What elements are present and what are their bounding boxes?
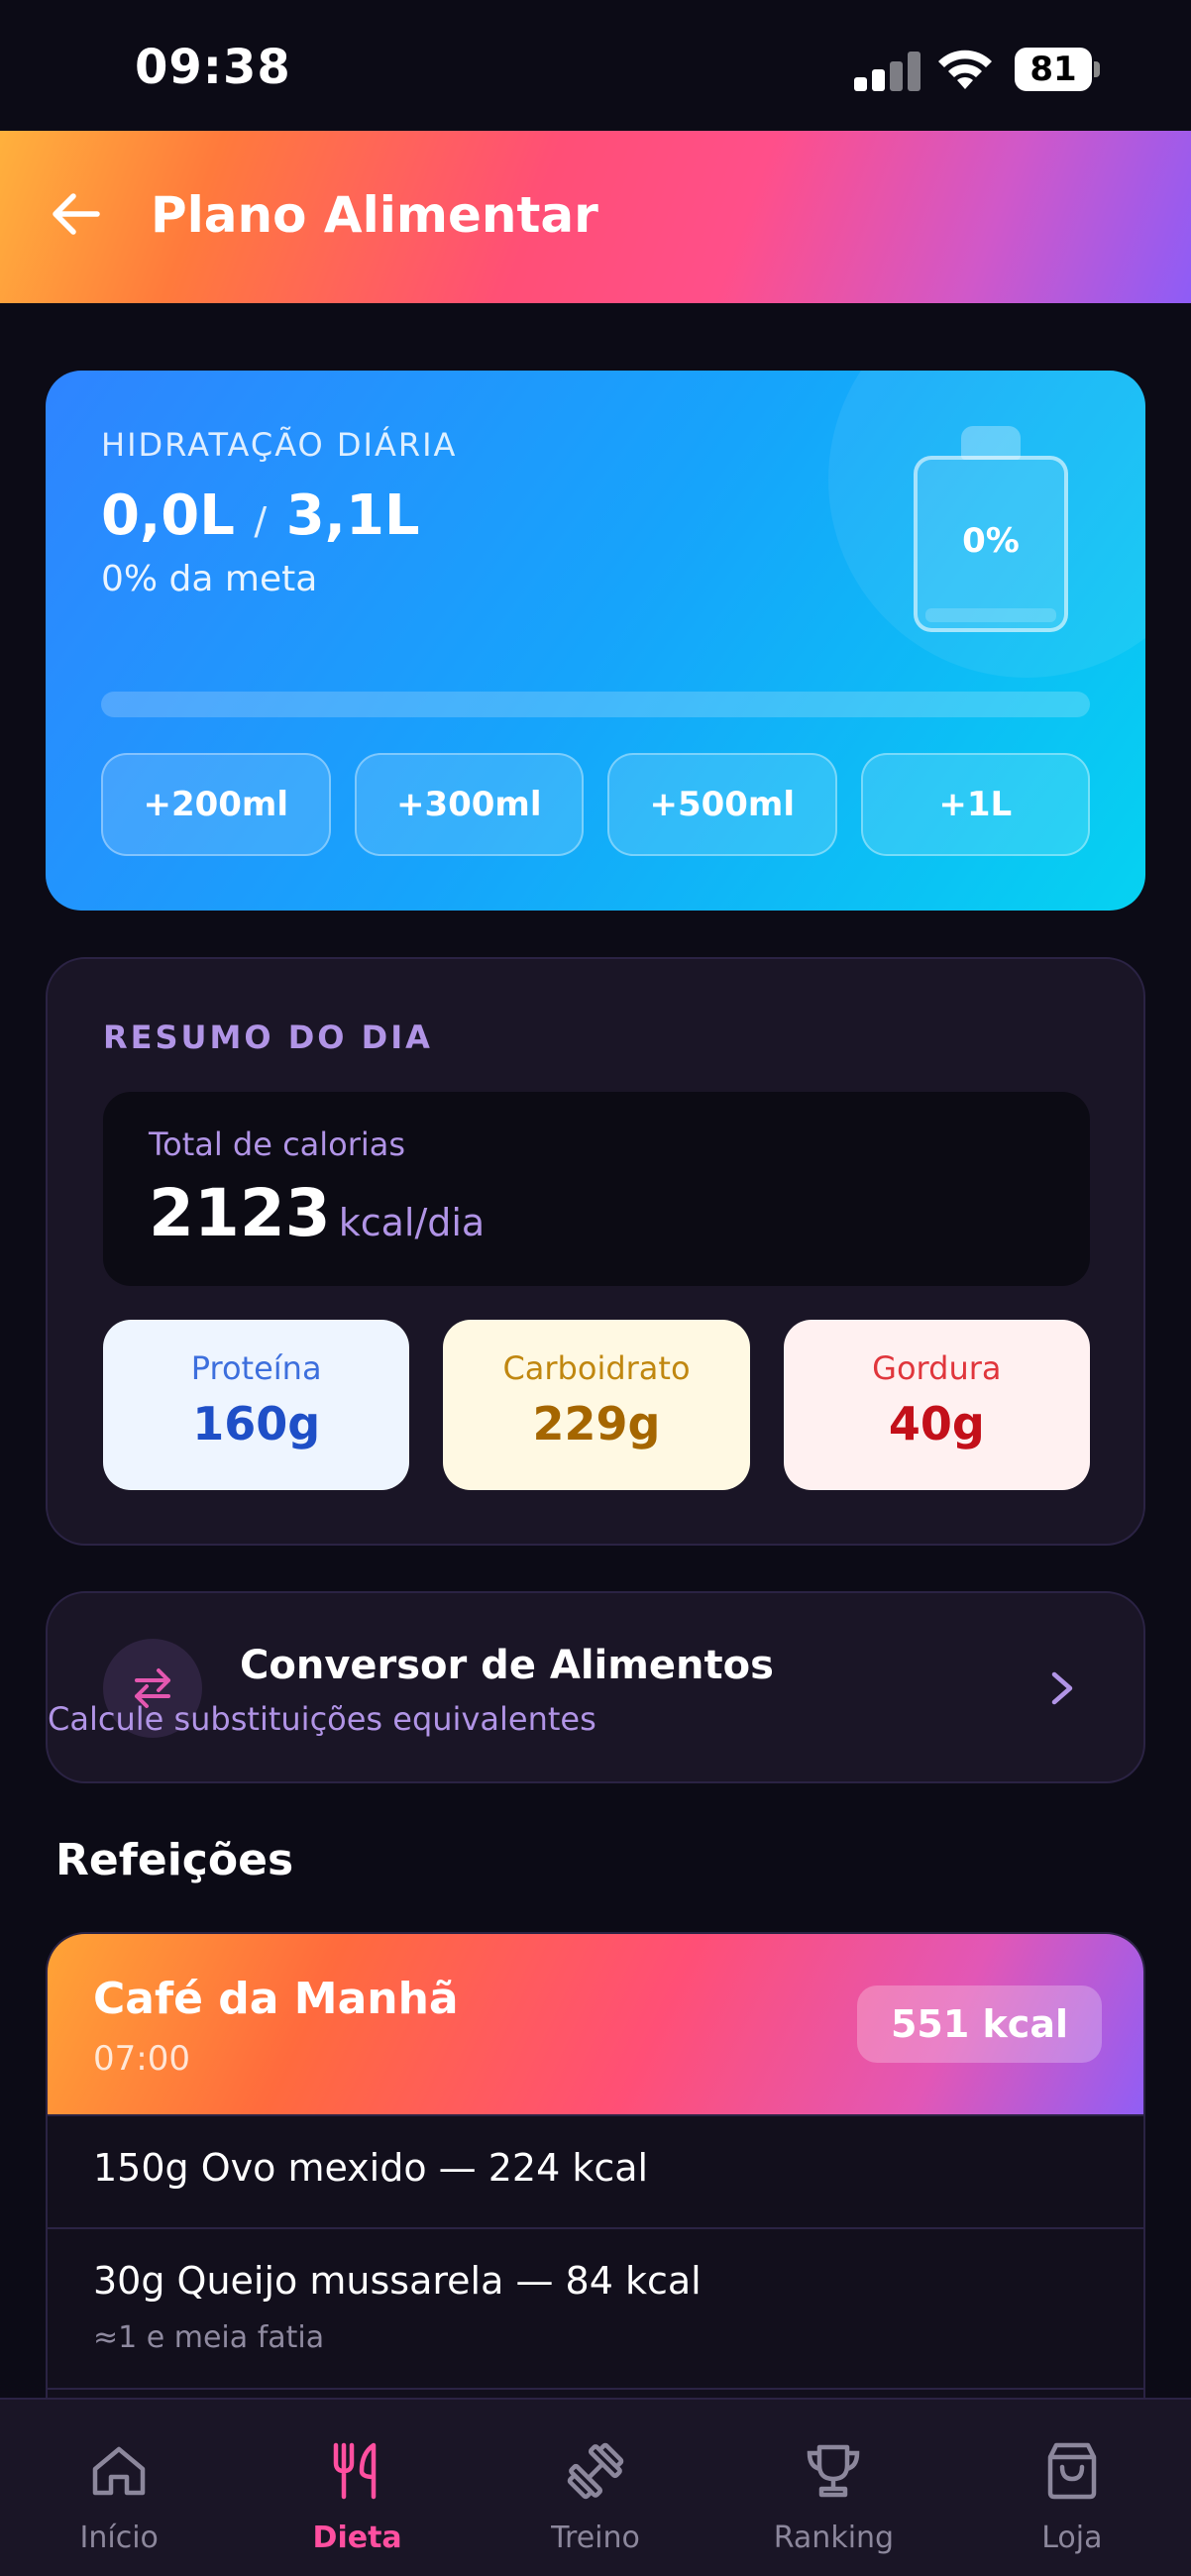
hydration-progress-bar (101, 692, 1090, 717)
wifi-icon (938, 50, 992, 89)
hydration-percent-text: 0% da meta (101, 559, 318, 599)
trophy-icon (808, 2444, 860, 2498)
chevron-right-icon (1051, 1671, 1073, 1705)
hydration-separator: / (254, 499, 268, 543)
battery-level: 81 (1015, 48, 1092, 91)
nav-label: Dieta (312, 2521, 402, 2555)
meal-time: 07:00 (93, 2039, 190, 2079)
nav-item-ranking[interactable]: Ranking (714, 2400, 952, 2576)
macros-row: Proteína 160g Carboidrato 229g Gordura 4… (103, 1320, 1090, 1490)
bottom-navigation: Início Dieta Treino Ranking Loja (0, 2398, 1191, 2576)
meal-kcal-badge: 551 kcal (856, 1986, 1102, 2063)
nav-label: Loja (1041, 2521, 1103, 2555)
page-title: Plano Alimentar (151, 186, 598, 244)
food-item-note: ≈1 e meia fatia (93, 2320, 325, 2355)
macro-label: Carboidrato (502, 1349, 691, 1387)
food-item-text: 150g Ovo mexido — 224 kcal (93, 2146, 649, 2190)
add-200ml-button[interactable]: +200ml (101, 753, 331, 856)
back-arrow-icon[interactable] (44, 182, 107, 246)
status-bar: 09:38 81 (0, 0, 1191, 131)
battery-icon: 81 (1015, 48, 1100, 91)
signal-icon (854, 52, 923, 91)
app-header: Plano Alimentar (0, 131, 1191, 303)
macro-value: 160g (192, 1397, 321, 1450)
meal-name: Café da Manhã (93, 1974, 459, 2024)
calories-box: Total de calorias 2123 kcal/dia (103, 1092, 1090, 1286)
nav-label: Ranking (773, 2521, 895, 2555)
food-converter-card[interactable]: Conversor de Alimentos Calcule substitui… (46, 1591, 1145, 1783)
macro-value: 40g (888, 1397, 985, 1450)
calories-number: 2123 (149, 1175, 331, 1251)
converter-subtitle: Calcule substituições equivalentes (48, 1700, 596, 1738)
calories-value: 2123 kcal/dia (149, 1175, 485, 1251)
hydration-goal: 3,1L (285, 483, 420, 548)
nav-item-inicio[interactable]: Início (0, 2400, 238, 2576)
add-300ml-button[interactable]: +300ml (354, 753, 584, 856)
macro-fat: Gordura 40g (783, 1320, 1090, 1490)
calories-label: Total de calorias (149, 1126, 406, 1163)
macro-carbs: Carboidrato 229g (443, 1320, 750, 1490)
nav-label: Início (79, 2521, 159, 2555)
water-add-buttons: +200ml +300ml +500ml +1L (101, 753, 1090, 856)
summary-title: RESUMO DO DIA (103, 1019, 433, 1056)
converter-title: Conversor de Alimentos (240, 1643, 774, 1688)
status-time: 09:38 (135, 40, 291, 95)
food-item: 150g Ovo mexido — 224 kcal (48, 2114, 1143, 2227)
hydration-amount: 0,0L / 3,1L (101, 483, 420, 548)
bottle-percent: 0% (962, 521, 1020, 561)
hydration-label: HIDRATAÇÃO DIÁRIA (101, 426, 458, 464)
nav-label: Treino (551, 2521, 640, 2555)
day-summary-card: RESUMO DO DIA Total de calorias 2123 kcal… (46, 957, 1145, 1546)
dumbbell-icon (567, 2442, 624, 2500)
macro-label: Gordura (872, 1349, 1002, 1387)
nav-item-dieta[interactable]: Dieta (238, 2400, 476, 2576)
macro-label: Proteína (190, 1349, 322, 1387)
utensils-icon (333, 2442, 376, 2500)
food-item-text: 30g Queijo mussarela — 84 kcal (93, 2259, 702, 2303)
calories-unit: kcal/dia (338, 1201, 486, 1244)
hydration-current: 0,0L (101, 483, 235, 548)
hydration-card: HIDRATAÇÃO DIÁRIA 0,0L / 3,1L 0% da meta… (46, 371, 1145, 911)
macro-protein: Proteína 160g (103, 1320, 410, 1490)
add-1l-button[interactable]: +1L (860, 753, 1090, 856)
nav-item-treino[interactable]: Treino (477, 2400, 714, 2576)
add-500ml-button[interactable]: +500ml (607, 753, 837, 856)
food-item: 30g Queijo mussarela — 84 kcal ≈1 e meia… (48, 2227, 1143, 2388)
home-icon (92, 2446, 146, 2496)
water-bottle-icon: 0% (912, 426, 1070, 634)
nav-item-loja[interactable]: Loja (953, 2400, 1191, 2576)
shopping-bag-icon (1047, 2442, 1097, 2500)
macro-value: 229g (532, 1397, 661, 1450)
meal-header: Café da Manhã 07:00 551 kcal (48, 1934, 1143, 2114)
meals-section-title: Refeições (55, 1835, 294, 1885)
